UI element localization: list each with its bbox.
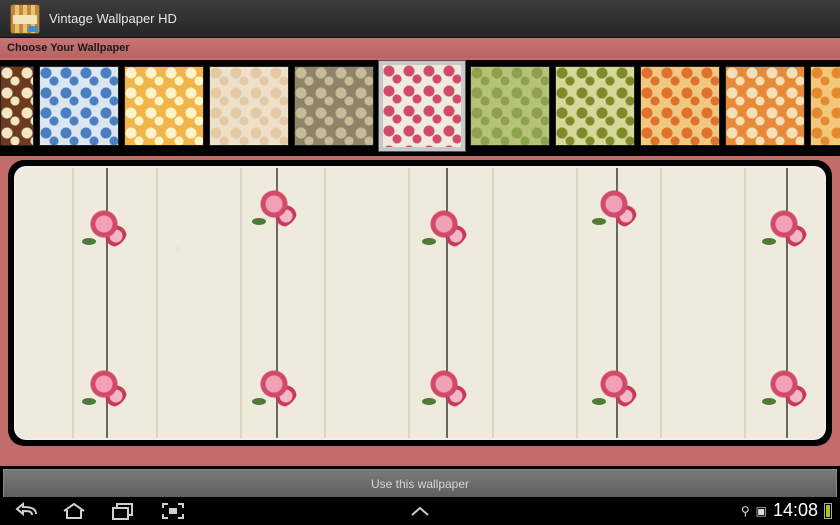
status-area: ⚲ ▣ 14:08 xyxy=(741,500,832,521)
app-title: Vintage Wallpaper HD xyxy=(49,11,177,26)
leaf-decoration xyxy=(252,398,266,405)
wallpaper-thumbnail-brown-flowers[interactable] xyxy=(0,66,34,146)
usb-icon: ⚲ xyxy=(740,503,750,518)
action-bar: Vintage Wallpaper HD xyxy=(0,0,840,38)
wallpaper-thumbnail-green-damask[interactable] xyxy=(470,66,550,146)
wallpaper-thumbnail-blue-floral[interactable] xyxy=(39,66,119,146)
thumbnail-strip[interactable] xyxy=(0,60,840,152)
leaf-decoration xyxy=(592,218,606,225)
badge-icon xyxy=(28,25,38,32)
leaf-decoration xyxy=(592,398,606,405)
wallpaper-thumbnail-brown-lace[interactable] xyxy=(294,66,374,146)
home-icon[interactable] xyxy=(61,502,87,520)
clock: 14:08 xyxy=(772,500,818,520)
wallpaper-thumbnail-orange-flowers[interactable] xyxy=(725,66,805,146)
recent-apps-icon[interactable] xyxy=(110,502,136,520)
wallpaper-thumbnail-cream-damask[interactable] xyxy=(209,66,289,146)
wallpaper-thumbnail-orange-dots[interactable] xyxy=(640,66,720,146)
leaf-decoration xyxy=(762,238,776,245)
leaf-decoration xyxy=(82,398,96,405)
main-panel: Choose Your Wallpaper Use this wallpaper xyxy=(0,38,840,504)
preview-frame xyxy=(8,160,832,446)
wallpaper-thumbnail-yellow-daisies[interactable] xyxy=(124,66,204,146)
chevron-up-icon[interactable] xyxy=(407,502,433,520)
screenshot-icon[interactable] xyxy=(160,502,186,520)
back-icon[interactable] xyxy=(14,502,40,520)
leaf-decoration xyxy=(762,398,776,405)
use-wallpaper-button[interactable]: Use this wallpaper xyxy=(3,469,837,499)
wallpaper-thumbnail-orange-dots-2[interactable] xyxy=(810,66,840,146)
leaf-decoration xyxy=(422,398,436,405)
divider xyxy=(0,152,840,156)
wallpaper-thumbnail-green-lattice[interactable] xyxy=(555,66,635,146)
image-icon: ▣ xyxy=(755,503,767,518)
subheader-title: Choose Your Wallpaper xyxy=(7,42,130,54)
battery-icon xyxy=(824,502,832,519)
leaf-decoration xyxy=(252,218,266,225)
wallpaper-preview xyxy=(14,166,826,440)
leaf-decoration xyxy=(422,238,436,245)
navigation-bar: ⚲ ▣ 14:08 xyxy=(0,497,840,525)
app-icon[interactable] xyxy=(10,3,40,34)
leaf-decoration xyxy=(82,238,96,245)
subheader: Choose Your Wallpaper xyxy=(0,38,840,58)
wallpaper-thumbnail-rose-stripe[interactable] xyxy=(379,61,465,151)
